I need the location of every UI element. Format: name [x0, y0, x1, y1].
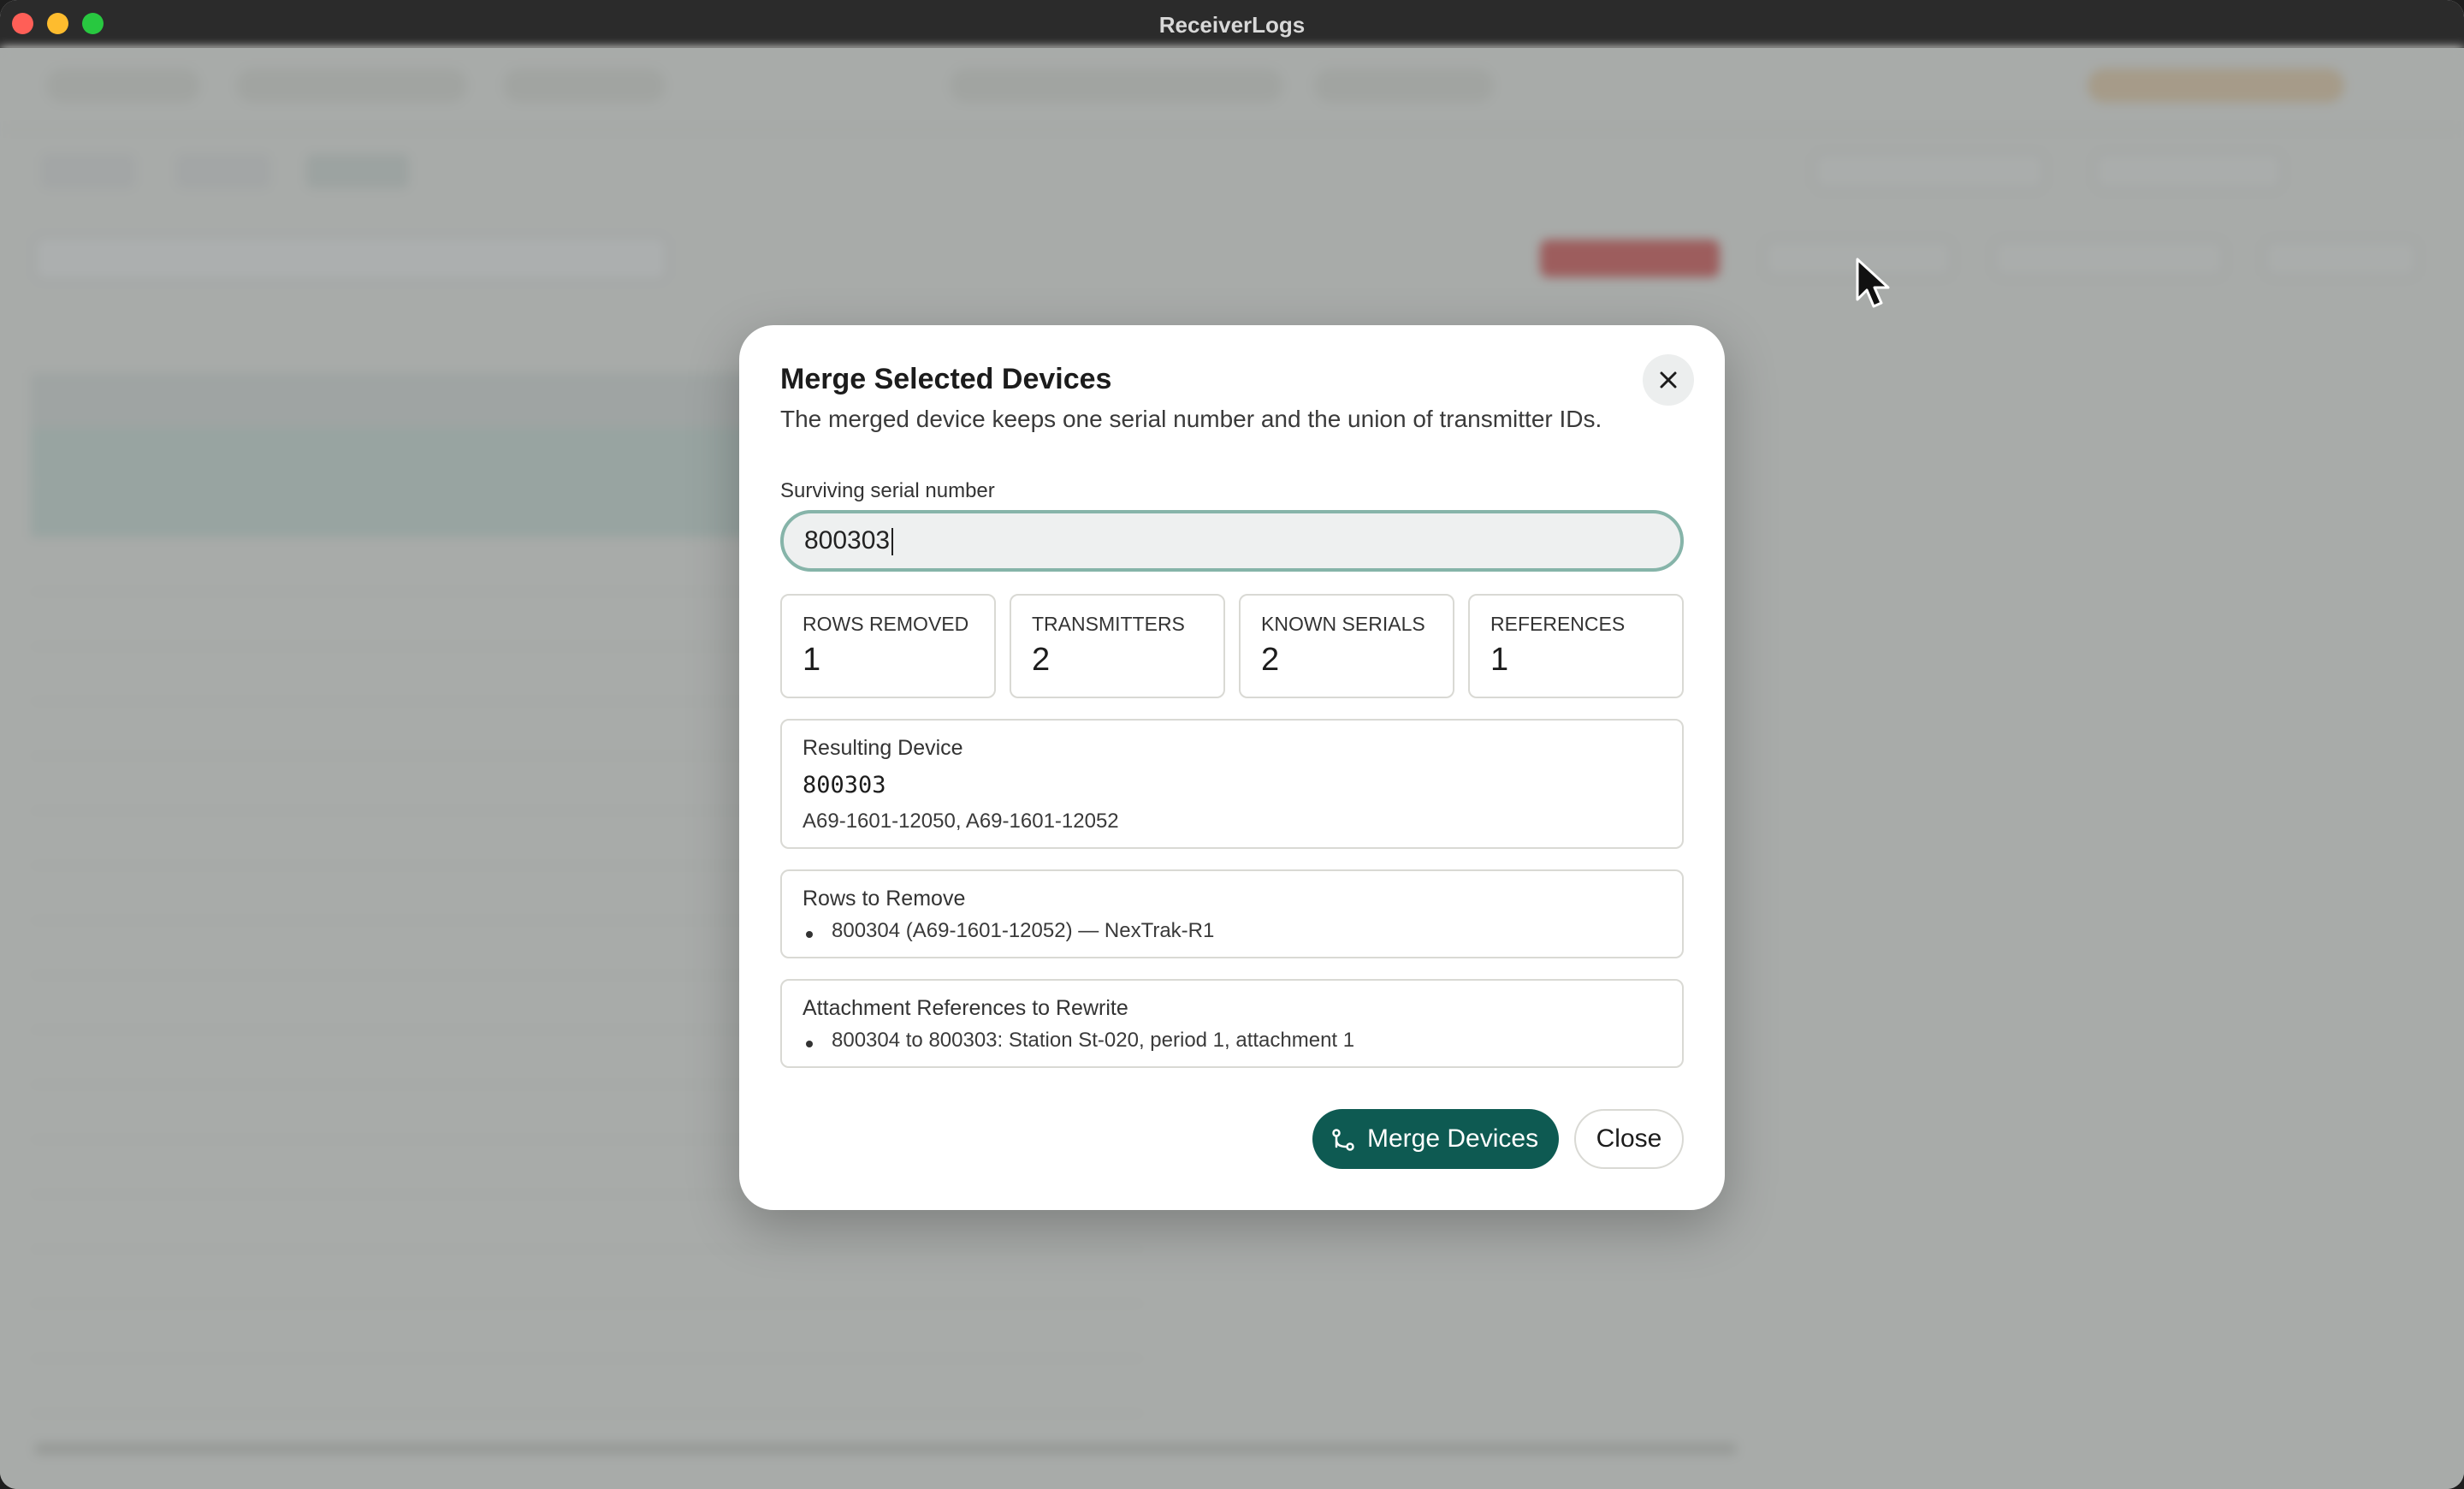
- surviving-serial-input[interactable]: 800303: [780, 510, 1684, 572]
- card-title: Resulting Device: [803, 736, 963, 760]
- title-bar: ReceiverLogs: [0, 0, 2464, 48]
- stat-transmitters: TRANSMITTERS 2: [1010, 594, 1225, 698]
- dialog-title: Merge Selected Devices: [780, 363, 1112, 395]
- stat-label: TRANSMITTERS: [1032, 613, 1185, 635]
- app-window: ReceiverLogs Merge Selected Devices The …: [0, 0, 2464, 1489]
- mouse-pointer-icon: [1856, 258, 1890, 308]
- merge-button-label: Merge Devices: [1367, 1124, 1539, 1153]
- list-item: 800304 to 800303: Station St-020, period…: [832, 1029, 1355, 1052]
- stat-label: REFERENCES: [1490, 613, 1626, 635]
- card-title: Attachment References to Rewrite: [803, 996, 1128, 1020]
- stat-label: KNOWN SERIALS: [1261, 613, 1425, 635]
- list-item: 800304 (A69-1601-12052) — NexTrak-R1: [832, 919, 1215, 942]
- dialog-close-button[interactable]: [1643, 354, 1694, 406]
- resulting-device-card: Resulting Device 800303 A69-1601-12050, …: [780, 719, 1684, 849]
- stat-label: ROWS REMOVED: [803, 613, 969, 635]
- stat-value: 1: [803, 642, 821, 678]
- stat-value: 2: [1032, 642, 1051, 678]
- rows-to-remove-card: Rows to Remove 800304 (A69-1601-12052) —…: [780, 869, 1684, 958]
- bullet-dot: [806, 1041, 813, 1047]
- card-title: Rows to Remove: [803, 887, 966, 911]
- merge-devices-button[interactable]: Merge Devices: [1312, 1109, 1559, 1169]
- dialog-subtitle: The merged device keeps one serial numbe…: [780, 406, 1602, 432]
- merge-icon: [1332, 1129, 1354, 1151]
- merge-dialog: Merge Selected Devices The merged device…: [739, 325, 1725, 1210]
- stat-known-serials: KNOWN SERIALS 2: [1239, 594, 1454, 698]
- bullet-dot: [806, 931, 813, 938]
- attachment-references-card: Attachment References to Rewrite 800304 …: [780, 979, 1684, 1068]
- stat-value: 2: [1261, 642, 1280, 678]
- stat-value: 1: [1490, 642, 1509, 678]
- serial-field-label: Surviving serial number: [780, 479, 995, 502]
- window-title: ReceiverLogs: [1158, 12, 1306, 38]
- stat-references: REFERENCES 1: [1468, 594, 1684, 698]
- close-icon: [1660, 371, 1677, 389]
- close-button[interactable]: Close: [1574, 1109, 1684, 1169]
- resulting-transmitters: A69-1601-12050, A69-1601-12052: [803, 810, 1119, 833]
- stat-rows-removed: ROWS REMOVED 1: [780, 594, 996, 698]
- resulting-serial: 800303: [803, 772, 886, 798]
